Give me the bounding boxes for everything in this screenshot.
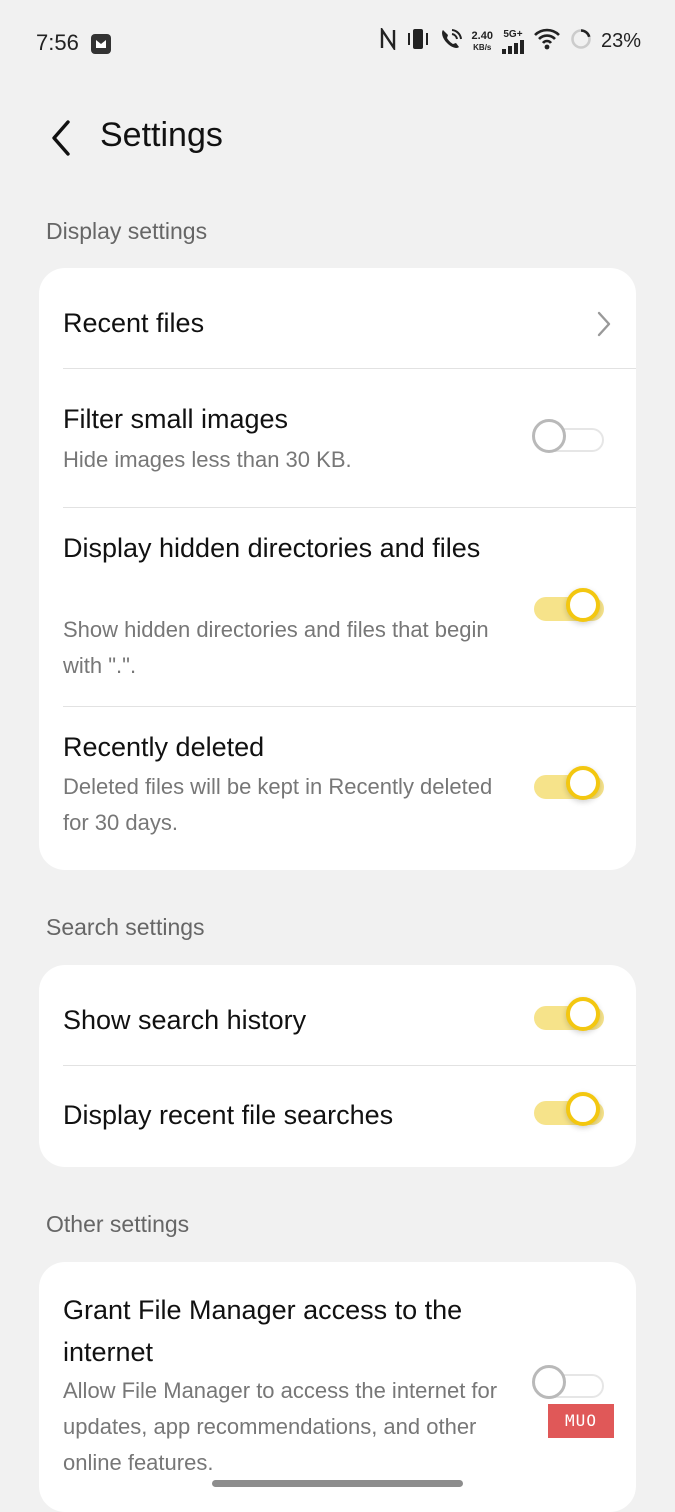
- setting-title: Show search history: [63, 1005, 307, 1035]
- battery-icon: [570, 28, 592, 55]
- home-indicator[interactable]: [212, 1480, 463, 1487]
- toggle-knob: [566, 766, 600, 800]
- setting-row-recent-files[interactable]: Recent files: [39, 268, 636, 368]
- toggle-knob: [566, 588, 600, 622]
- section-title-search: Search settings: [46, 914, 205, 940]
- toggle-knob: [566, 997, 600, 1031]
- setting-subtitle: Show hidden directories and files that b…: [63, 617, 489, 678]
- hidden-files-toggle[interactable]: [532, 586, 610, 632]
- setting-subtitle: Allow File Manager to access the interne…: [63, 1378, 498, 1475]
- display-settings-card: Recent files Filter small images Hide im…: [39, 268, 636, 870]
- toggle-knob: [532, 1365, 566, 1399]
- network-speed-unit: KB/s: [473, 42, 492, 52]
- setting-row-recent-searches[interactable]: Display recent file searches: [39, 1066, 636, 1167]
- chevron-right-icon: [596, 310, 612, 338]
- page-title: Settings: [100, 116, 223, 154]
- setting-title: Display hidden directories and files: [63, 533, 481, 563]
- recent-searches-toggle[interactable]: [532, 1090, 610, 1136]
- setting-title: Recent files: [63, 308, 205, 338]
- back-arrow-icon[interactable]: [46, 118, 76, 158]
- setting-title: Grant File Manager access to the interne…: [63, 1295, 463, 1367]
- recently-deleted-toggle[interactable]: [532, 764, 610, 810]
- setting-title: Filter small images: [63, 404, 289, 434]
- search-settings-card: Show search history Display recent file …: [39, 965, 636, 1167]
- muo-watermark: MUO: [548, 1404, 614, 1438]
- wifi-icon: [533, 28, 561, 55]
- setting-row-hidden-files[interactable]: Display hidden directories and files Sho…: [39, 508, 636, 706]
- app-notification-icon: [91, 34, 111, 54]
- setting-row-recently-deleted[interactable]: Recently deleted Deleted files will be k…: [39, 707, 636, 870]
- filter-small-images-toggle[interactable]: [532, 417, 610, 463]
- toggle-knob: [532, 419, 566, 453]
- status-time: 7:56: [36, 30, 79, 55]
- other-settings-card: Grant File Manager access to the interne…: [39, 1262, 636, 1512]
- battery-percent: 23%: [600, 30, 641, 52]
- status-icons: 2.40 KB/s 5G+ 23%: [379, 26, 641, 55]
- vibrate-icon: [406, 28, 430, 55]
- signal-icon: 5G+: [501, 28, 524, 54]
- section-title-other: Other settings: [46, 1211, 190, 1237]
- internet-access-toggle[interactable]: [532, 1363, 610, 1409]
- setting-title: Recently deleted: [63, 732, 265, 762]
- nfc-icon: [379, 26, 397, 55]
- network-speed: 2.40 KB/s: [471, 29, 493, 53]
- toggle-knob: [566, 1092, 600, 1126]
- setting-row-filter-small-images[interactable]: Filter small images Hide images less tha…: [39, 369, 636, 507]
- section-title-display: Display settings: [46, 218, 208, 244]
- status-bar: 7:56 2.40 KB/s 5G+ 23%: [0, 0, 675, 88]
- setting-subtitle: Hide images less than 30 KB.: [63, 447, 352, 472]
- setting-row-search-history[interactable]: Show search history: [39, 965, 636, 1065]
- setting-subtitle: Deleted files will be kept in Recently d…: [63, 774, 493, 835]
- network-type: 5G+: [503, 28, 523, 40]
- wifi-calling-icon: [439, 28, 463, 55]
- app-header: Settings: [0, 100, 675, 174]
- setting-row-internet-access[interactable]: Grant File Manager access to the interne…: [39, 1262, 636, 1500]
- network-speed-value: 2.40: [471, 29, 493, 42]
- setting-title: Display recent file searches: [63, 1100, 394, 1130]
- search-history-toggle[interactable]: [532, 995, 610, 1041]
